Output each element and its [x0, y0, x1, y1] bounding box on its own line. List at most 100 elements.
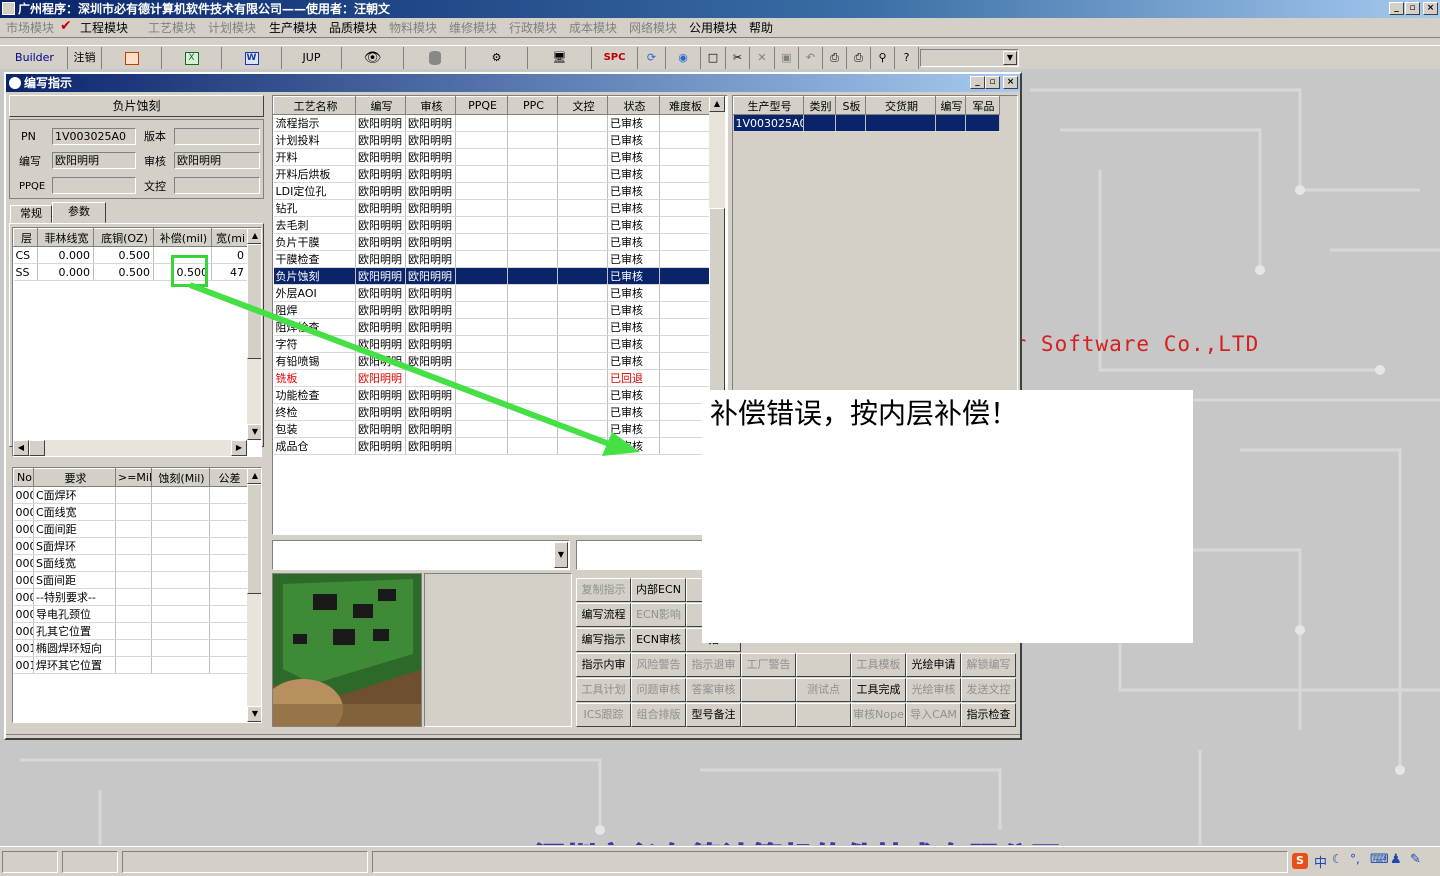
menu-craft[interactable]: 工艺模块 [148, 20, 196, 36]
col-process-name[interactable]: 工艺名称 [273, 96, 356, 115]
action-button[interactable]: 光绘申请 [906, 653, 961, 677]
table-row[interactable]: 成品仓 欧阳明明 欧阳明明 已审核 [273, 437, 710, 455]
table-row[interactable]: LDI定位孔 欧阳明明 欧阳明明 已审核 [273, 182, 710, 200]
scroll-up-icon[interactable]: ▲ [247, 468, 261, 484]
parameter-hscroll[interactable]: ◀ ▶ [13, 440, 247, 456]
chevron-down-icon[interactable]: ▼ [554, 542, 568, 568]
action-button[interactable]: 工具模板 [851, 653, 906, 677]
action-button[interactable]: 复制指示 [576, 578, 631, 602]
col-layer[interactable]: 层 [13, 228, 38, 247]
table-row[interactable]: 计划投料 欧阳明明 欧阳明明 已审核 [273, 131, 710, 149]
table-row[interactable]: 终检 欧阳明明 欧阳明明 已审核 [273, 403, 710, 421]
cut-icon[interactable]: ✂ [726, 47, 750, 69]
col-min-mil[interactable]: >=Mil [115, 468, 152, 487]
table-row[interactable]: 000导电孔颈位 [13, 605, 248, 623]
excel-icon[interactable]: X [162, 47, 222, 69]
action-button[interactable] [796, 653, 851, 677]
col-writer[interactable]: 编写 [355, 96, 406, 115]
scroll-down-icon[interactable]: ▼ [247, 706, 261, 722]
ime-tray[interactable]: S 中 ☾ °, ⌨ ♟ ✎ [1292, 852, 1438, 872]
save-icon[interactable]: ▣ [775, 47, 799, 69]
action-button[interactable] [741, 703, 796, 727]
action-button[interactable]: 编写指示 [576, 628, 631, 652]
minimize-button[interactable]: _ [1389, 2, 1404, 15]
table-row[interactable]: CS 0.000 0.500 0 [13, 246, 248, 264]
action-button[interactable]: ECN审核 [631, 628, 686, 652]
chevron-down-icon[interactable]: ▼ [1003, 51, 1017, 65]
col-no[interactable]: No [13, 468, 34, 487]
reviewer-field[interactable]: 欧阳明明 [174, 152, 260, 169]
keyboard-icon[interactable]: ⌨ [1370, 852, 1389, 867]
action-button[interactable]: 指示退审 [686, 653, 741, 677]
col-military[interactable]: 军品 [965, 96, 1000, 115]
table-row[interactable]: 000S面间距 [13, 571, 248, 589]
table-row[interactable]: 001椭圆焊环短向 [13, 639, 248, 657]
sogou-icon[interactable]: S [1292, 853, 1308, 869]
action-button[interactable]: 内部ECN [631, 578, 686, 602]
table-row[interactable]: 000C面线宽 [13, 503, 248, 521]
window-close-button[interactable]: × [1003, 76, 1018, 89]
ime-mode[interactable]: 中 [1314, 852, 1327, 871]
delete-icon[interactable]: ✕ [750, 47, 775, 69]
action-button[interactable]: 审核Nope [851, 703, 906, 727]
computer-icon[interactable]: 🖥 [528, 47, 592, 69]
table-row[interactable]: 开料 欧阳明明 欧阳明明 已审核 [273, 148, 710, 166]
menu-quality[interactable]: 品质模块 [329, 20, 377, 36]
action-button[interactable]: 发送文控 [961, 678, 1016, 702]
moon-icon[interactable]: ☾ [1332, 852, 1343, 866]
table-row[interactable]: 字符 欧阳明明 欧阳明明 已审核 [273, 335, 710, 353]
table-row[interactable]: 000C面间距 [13, 520, 248, 538]
table-row[interactable]: 功能检查 欧阳明明 欧阳明明 已审核 [273, 386, 710, 404]
col-tolerance[interactable]: 公差 [209, 468, 248, 487]
restore-button[interactable]: ▫ [1405, 2, 1420, 15]
col-ppc[interactable]: PPC [507, 96, 558, 115]
action-button[interactable]: 答案审核 [686, 678, 741, 702]
table-row[interactable]: 001焊环其它位置 [13, 656, 248, 674]
col-width[interactable]: 宽(mi [211, 228, 248, 247]
menu-admin[interactable]: 行政模块 [509, 20, 557, 36]
menu-common[interactable]: 公用模块 [689, 20, 737, 36]
table-row[interactable]: 干膜检查 欧阳明明 欧阳明明 已审核 [273, 250, 710, 268]
find-icon[interactable]: ⚲ [871, 47, 895, 69]
window-restore-button[interactable]: ▫ [985, 76, 1000, 89]
menu-market[interactable]: 市场模块 [6, 20, 54, 36]
table-row[interactable]: 1V003025A0 [733, 114, 1000, 132]
help-icon[interactable]: ? [895, 47, 919, 69]
menu-help[interactable]: 帮助 [749, 20, 773, 36]
table-row[interactable]: 开料后烘板 欧阳明明 欧阳明明 已审核 [273, 165, 710, 183]
menu-repair[interactable]: 维修模块 [449, 20, 497, 36]
word-icon[interactable]: W [222, 47, 282, 69]
action-button[interactable]: 型号备注 [686, 703, 741, 727]
doc-control-field[interactable] [174, 177, 260, 194]
col-category[interactable]: 类别 [803, 96, 836, 115]
action-button[interactable]: 组合排版 [631, 703, 686, 727]
process-grid[interactable]: 工艺名称 编写 审核 PPQE PPC 文控 状态 难度板 流程指示 欧阳明明 欧阳… [272, 95, 728, 535]
table-row[interactable]: 000--特别要求-- [13, 588, 248, 606]
col-difficulty[interactable]: 难度板 [659, 96, 710, 115]
parameter-vscroll[interactable]: ▲ ▼ [247, 228, 261, 440]
scroll-up-icon[interactable]: ▲ [709, 96, 725, 112]
col-base-copper[interactable]: 底铜(OZ) [93, 228, 154, 247]
action-button[interactable]: 指示检查 [961, 703, 1016, 727]
col-delivery[interactable]: 交货期 [865, 96, 936, 115]
wrench-icon[interactable]: ✎ [1410, 852, 1421, 867]
table-row[interactable]: 000C面焊环 [13, 486, 248, 504]
table-row[interactable]: 阻焊 欧阳明明 欧阳明明 已审核 [273, 301, 710, 319]
database-icon[interactable] [404, 47, 466, 69]
col-reviewer[interactable]: 审核 [405, 96, 456, 115]
col-film-width[interactable]: 菲林线宽 [37, 228, 94, 247]
globe-icon[interactable]: ◉ [666, 47, 701, 69]
menu-network[interactable]: 网络模块 [629, 20, 677, 36]
table-row[interactable]: 铣板 欧阳明明 已回退 [273, 369, 710, 387]
menu-material[interactable]: 物料模块 [389, 20, 437, 36]
action-button[interactable]: 指示内审 [576, 653, 631, 677]
requirements-grid[interactable]: No 要求 >=Mil 蚀刻(Mil) 公差 000C面焊环000C面线宽000… [12, 467, 262, 723]
scroll-down-icon[interactable]: ▼ [247, 424, 261, 440]
requirements-vscroll[interactable]: ▲ ▼ [247, 468, 261, 722]
action-button[interactable]: 导入CAM [906, 703, 961, 727]
col-requirement[interactable]: 要求 [33, 468, 116, 487]
jup-button[interactable]: JUP [282, 47, 342, 69]
action-button[interactable]: 光绘审核 [906, 678, 961, 702]
pn-field[interactable]: 1V003025A0 [52, 128, 136, 145]
col-model-writer[interactable]: 编写 [935, 96, 966, 115]
